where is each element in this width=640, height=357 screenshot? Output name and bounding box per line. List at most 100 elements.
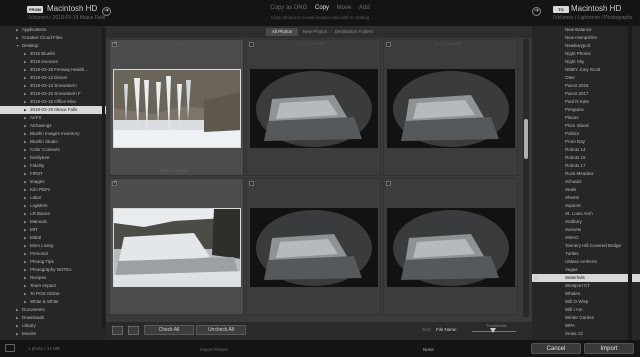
disclosure-closed-icon[interactable]: ▶	[24, 90, 27, 98]
source-folder-row[interactable]: ▶ 2018-03-19 Fenway Health...	[0, 66, 106, 74]
disclosure-closed-icon[interactable]: ▶	[24, 290, 27, 298]
source-folder-row[interactable]: ▶ To Print Online	[0, 290, 106, 298]
destination-folder-row[interactable]: Parrot 2017	[532, 90, 640, 98]
source-folder-row[interactable]: ▶ Kim PDFs	[0, 186, 106, 194]
destination-folder-row[interactable]: St. Louis Arch	[532, 210, 640, 218]
source-folder-row[interactable]: ▶ Creative Cloud Files	[0, 34, 106, 42]
photo-cell[interactable]	[246, 178, 381, 315]
disclosure-closed-icon[interactable]: ▶	[16, 322, 19, 330]
photo-thumbnail[interactable]	[113, 208, 241, 287]
disclosure-closed-icon[interactable]: ▶	[24, 146, 27, 154]
disclosure-closed-icon[interactable]: ▶	[24, 242, 27, 250]
destination-folder-row[interactable]: Vegas	[532, 266, 640, 274]
disclosure-closed-icon[interactable]: ▶	[16, 330, 19, 338]
photo-cell[interactable]: ✓ DSC07177.NEF DSC07178.NEF	[109, 39, 244, 176]
photo-thumbnail[interactable]	[250, 208, 378, 287]
destination-folder-row[interactable]: SWAG	[532, 234, 640, 242]
disclosure-closed-icon[interactable]: ▶	[24, 186, 27, 194]
source-folder-row[interactable]: ▶ images	[0, 178, 106, 186]
disclosure-closed-icon[interactable]: ▶	[24, 202, 27, 210]
destination-folder-row[interactable]: Prom Day	[532, 138, 640, 146]
destination-folder-row[interactable]: Politics	[532, 130, 640, 138]
source-folder-row[interactable]: ▶ Labor	[0, 194, 106, 202]
source-folder-row[interactable]: ▶ familytree	[0, 154, 106, 162]
destination-folder-row[interactable]: Squirrel	[532, 202, 640, 210]
disclosure-closed-icon[interactable]: ▶	[24, 162, 27, 170]
source-folder-row[interactable]: ▶ Downloads	[0, 314, 106, 322]
source-folder-row[interactable]: ▶ Personal	[0, 250, 106, 258]
uncheck-all-button[interactable]: Uncheck All	[196, 325, 246, 335]
photo-cell[interactable]	[383, 178, 518, 315]
disclosure-open-icon[interactable]: ▼	[16, 42, 19, 50]
mode-copy[interactable]: Copy	[315, 5, 329, 11]
photo-thumbnail[interactable]	[387, 69, 515, 148]
disclosure-closed-icon[interactable]: ▶	[16, 306, 19, 314]
destination-folder-row[interactable]: New Balance	[532, 26, 640, 34]
source-folder-row[interactable]: ▶ 2018-03-15 Snowstorm F	[0, 90, 106, 98]
disclosure-closed-icon[interactable]: ▶	[24, 298, 27, 306]
destination-scrollbar[interactable]	[628, 26, 632, 340]
destination-folder-row[interactable]: Will I Am	[532, 306, 640, 314]
destination-folder-row[interactable]: Penguins	[532, 106, 640, 114]
grid-scrollbar[interactable]	[523, 39, 529, 317]
destination-forward-icon[interactable]: ➔	[532, 7, 541, 16]
destination-folder-row[interactable]: Will O Wisp	[532, 298, 640, 306]
card-icon[interactable]	[5, 344, 15, 352]
destination-folder-row[interactable]: Tannery Hill Covered Bridge	[532, 242, 640, 250]
disclosure-closed-icon[interactable]: ▶	[24, 250, 27, 258]
include-checkbox[interactable]	[386, 42, 391, 47]
include-checkbox[interactable]: ✓	[112, 181, 117, 186]
source-folder-row[interactable]: ▶ MIT	[0, 226, 106, 234]
destination-folder-row[interactable]: Sheets	[532, 194, 640, 202]
source-folder-row[interactable]: ▶ AirSavings	[0, 122, 106, 130]
include-checkbox[interactable]	[249, 181, 254, 186]
destination-folder-row[interactable]: Robots 14	[532, 146, 640, 154]
disclosure-closed-icon[interactable]: ▶	[24, 122, 27, 130]
include-checkbox[interactable]	[249, 42, 254, 47]
photo-cell[interactable]: DSC07180.NEF	[383, 39, 518, 176]
disclosure-closed-icon[interactable]: ▶	[16, 26, 19, 34]
tab-new-photos[interactable]: New Photos	[300, 28, 330, 36]
disclosure-closed-icon[interactable]: ▶	[24, 66, 27, 74]
destination-folder-row[interactable]: Places	[532, 114, 640, 122]
source-folder-row[interactable]: ▶ Team Impact	[0, 282, 106, 290]
source-folder-row[interactable]: ▶ Manuals	[0, 218, 106, 226]
disclosure-closed-icon[interactable]: ▶	[24, 98, 27, 106]
include-checkbox[interactable]: ✓	[112, 42, 117, 47]
destination-folder-row[interactable]: Rock Meadow	[532, 170, 640, 178]
cancel-button[interactable]: Cancel	[531, 343, 581, 354]
destination-folder-row[interactable]: Newburyport	[532, 42, 640, 50]
destination-folder-row[interactable]: Schwalz	[532, 178, 640, 186]
destination-folder-row[interactable]: Night Sky	[532, 58, 640, 66]
disclosure-closed-icon[interactable]: ▶	[24, 178, 27, 186]
disclosure-closed-icon[interactable]: ▶	[24, 138, 27, 146]
source-scrollbar[interactable]	[102, 28, 105, 328]
destination-folder-row[interactable]: Whales	[532, 290, 640, 298]
destination-folder-row[interactable]: Waterfalls	[532, 274, 640, 282]
source-folder-row[interactable]: ▶ Mom Living	[0, 242, 106, 250]
destination-folder-row[interactable]: Westport CT	[532, 282, 640, 290]
source-folder-row[interactable]: ▶ Applications	[0, 26, 106, 34]
disclosure-closed-icon[interactable]: ▶	[24, 218, 27, 226]
disclosure-closed-icon[interactable]: ▶	[24, 258, 27, 266]
destination-folder-row[interactable]: Night Photos	[532, 50, 640, 58]
source-folder-row[interactable]: ▶ Movies	[0, 330, 106, 338]
destination-folder-row[interactable]: Winter Garden	[532, 314, 640, 322]
source-folder-row[interactable]: ▶ AVFX	[0, 114, 106, 122]
destination-folder-row[interactable]: Sudbury	[532, 218, 640, 226]
photo-thumbnail[interactable]	[387, 208, 515, 287]
source-name[interactable]: Macintosh HD	[47, 4, 97, 13]
include-checkbox[interactable]	[386, 181, 391, 186]
disclosure-closed-icon[interactable]: ▶	[16, 314, 19, 322]
disclosure-closed-icon[interactable]: ▶	[24, 154, 27, 162]
destination-folder-row[interactable]: Robots 17	[532, 162, 640, 170]
destination-folder-row[interactable]: New Hampshire	[532, 34, 640, 42]
source-folder-row[interactable]: ▶ 2018-03-16 Office Misc	[0, 98, 106, 106]
source-folder-row[interactable]: ▶ 2018 Invoices	[0, 58, 106, 66]
check-all-button[interactable]: Check All	[144, 325, 194, 335]
grid-view-icon[interactable]	[112, 326, 123, 335]
mode-copy-as-dng[interactable]: Copy as DNG	[270, 5, 307, 11]
disclosure-closed-icon[interactable]: ▶	[24, 274, 27, 282]
source-folder-row[interactable]: ▶ Documents	[0, 306, 106, 314]
source-folder-row[interactable]: ▶ Recipes	[0, 274, 106, 282]
